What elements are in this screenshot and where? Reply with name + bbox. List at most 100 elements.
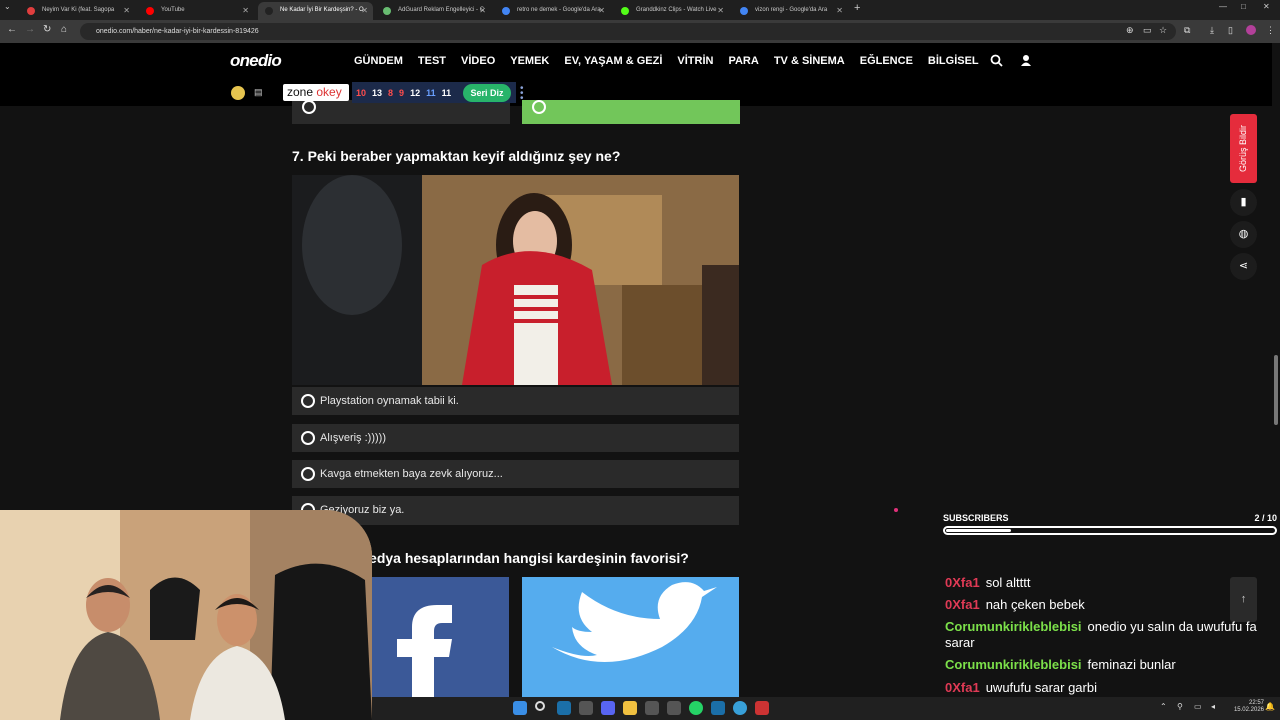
whatsapp-icon[interactable]: [689, 701, 703, 715]
feedback-button[interactable]: Görüş Bildir: [1230, 114, 1257, 183]
tab-search-icon[interactable]: ⌄: [4, 2, 11, 11]
tab-close-icon[interactable]: ✕: [836, 2, 843, 19]
browser-tab[interactable]: Ne Kadar İyi Bir Kardeşsin? - O ✕: [258, 2, 373, 20]
browser-menu-icon[interactable]: ⋮: [1266, 25, 1275, 36]
url-field[interactable]: onedio.com/haber/ne-kadar-iyi-bir-kardes…: [80, 23, 1176, 40]
site-logo[interactable]: onedio: [230, 51, 282, 71]
recorder-icon[interactable]: [755, 701, 769, 715]
webcam-overlay: [0, 510, 372, 720]
tab-favicon-icon: [621, 7, 629, 15]
notification-icon[interactable]: 🔔: [1265, 703, 1275, 711]
previous-option-left[interactable]: [292, 100, 510, 124]
share-icon[interactable]: ⋖: [1230, 253, 1257, 280]
option-twitter[interactable]: [522, 577, 739, 697]
start-icon[interactable]: [513, 701, 527, 715]
reader-icon[interactable]: ▤: [254, 87, 263, 98]
nav-item[interactable]: VİDEO: [461, 55, 495, 67]
comment-icon[interactable]: ◍: [1230, 221, 1257, 248]
bookmark-icon[interactable]: ▮: [1230, 189, 1257, 216]
tab-favicon-icon: [740, 7, 748, 15]
sidepanel-icon[interactable]: ▯: [1228, 25, 1233, 36]
cast-icon[interactable]: ▭: [1143, 25, 1152, 36]
mic-icon[interactable]: ⚲: [1177, 703, 1183, 711]
tab-title: Granddkinz Clips - Watch Live: [636, 7, 717, 13]
volume-icon[interactable]: ◂: [1211, 703, 1215, 711]
search-icon[interactable]: [990, 54, 1003, 70]
tray-chevron-icon[interactable]: ⌃: [1160, 703, 1167, 711]
search-taskbar-icon[interactable]: [535, 701, 545, 711]
ad-seri-diz-button[interactable]: Seri Diz: [463, 84, 511, 102]
nav-item[interactable]: GÜNDEM: [354, 55, 403, 67]
chat-message: Corumunkirikleblebisi feminazi bunlar: [945, 657, 1280, 673]
network-icon[interactable]: ▭: [1194, 703, 1202, 711]
minimize-icon[interactable]: —: [1219, 2, 1227, 11]
answer-option[interactable]: Geziyoruz biz ya.: [292, 496, 739, 525]
nav-item[interactable]: TEST: [418, 55, 446, 67]
tab-close-icon[interactable]: ✕: [242, 2, 249, 19]
user-icon[interactable]: [1020, 54, 1032, 70]
nav-item[interactable]: YEMEK: [510, 55, 549, 67]
download-icon[interactable]: ⤓: [1210, 25, 1214, 36]
maximize-icon[interactable]: □: [1241, 2, 1246, 11]
browser-tab[interactable]: Granddkinz Clips - Watch Live ✕: [614, 2, 729, 20]
tab-title: Neyim Var Ki (feat. Sagopa: [42, 7, 115, 13]
tab-close-icon[interactable]: ✕: [361, 2, 368, 19]
answer-option[interactable]: Playstation oynamak tabii ki.: [292, 387, 739, 415]
browser-tab[interactable]: YouTube ✕: [139, 2, 254, 20]
forward-icon[interactable]: →: [25, 24, 35, 35]
home-icon[interactable]: ⌂: [61, 24, 67, 35]
app3-icon[interactable]: [667, 701, 681, 715]
answer-option[interactable]: Alışveriş :))))): [292, 424, 739, 452]
ad-tile-number: 13: [372, 87, 383, 98]
discord-icon[interactable]: [601, 701, 615, 715]
tab-close-icon[interactable]: ✕: [717, 2, 724, 19]
tab-title: retro ne demek - Google'da Ara: [517, 7, 601, 13]
nav-item[interactable]: VİTRİN: [677, 55, 713, 67]
telegram-icon[interactable]: [733, 701, 747, 715]
nav-item[interactable]: EĞLENCE: [860, 55, 913, 67]
ad-zone-logo[interactable]: zone okey: [283, 84, 349, 101]
answer-option-label: Kavga etmekten baya zevk alıyoruz...: [320, 468, 503, 480]
extensions-icon[interactable]: ⧉: [1184, 25, 1190, 36]
star-icon[interactable]: ☆: [1159, 25, 1167, 36]
ad-tile-number: 11: [426, 87, 436, 98]
tab-close-icon[interactable]: ✕: [123, 2, 130, 19]
browser-tab[interactable]: AdGuard Reklam Engelleyici - C ✕: [376, 2, 491, 20]
app2-icon[interactable]: [645, 701, 659, 715]
page-scrollbar[interactable]: [1274, 355, 1278, 425]
clock-time: 22:57: [1248, 700, 1264, 706]
steam2-icon[interactable]: [711, 701, 725, 715]
tab-close-icon[interactable]: ✕: [598, 2, 605, 19]
ad-tile-number: 10: [356, 87, 367, 98]
tab-favicon-icon: [27, 7, 35, 15]
app-icon[interactable]: [579, 701, 593, 715]
zoom-icon[interactable]: ⊕: [1126, 25, 1134, 36]
browser-tab[interactable]: retro ne demek - Google'da Ara ✕: [495, 2, 610, 20]
browser-tab[interactable]: vizon rengi - Google'da Ara ✕: [733, 2, 848, 20]
steam-icon[interactable]: [557, 701, 571, 715]
subscribers-label: SUBSCRIBERS: [943, 513, 1009, 523]
reload-icon[interactable]: ↻: [43, 24, 51, 35]
chat-message: 0Xfa1 nah çeken bebek: [945, 597, 1280, 613]
new-tab-button[interactable]: +: [854, 2, 860, 14]
clock[interactable]: 22:57 15.02.2026: [1224, 700, 1264, 714]
tab-favicon-icon: [383, 7, 391, 15]
tab-close-icon[interactable]: ✕: [479, 2, 486, 19]
previous-option-right-selected[interactable]: [522, 100, 740, 124]
nav-item[interactable]: BİLGİSEL: [928, 55, 979, 67]
nav-item[interactable]: PARA: [728, 55, 758, 67]
emoji-icon[interactable]: [231, 86, 245, 100]
explorer-icon[interactable]: [623, 701, 637, 715]
close-window-icon[interactable]: ✕: [1263, 2, 1270, 11]
nav-item[interactable]: TV & SİNEMA: [774, 55, 845, 67]
tab-title: vizon rengi - Google'da Ara: [755, 7, 828, 13]
answer-option[interactable]: Kavga etmekten baya zevk alıyoruz...: [292, 460, 739, 488]
site-header: onedio GÜNDEM TEST VİDEO YEMEK EV, YAŞAM & G…: [0, 43, 1272, 81]
ad-more-dots-icon[interactable]: • • •: [520, 84, 524, 104]
back-icon[interactable]: ←: [7, 24, 17, 35]
ad-zone-text: zone: [287, 85, 314, 99]
profile-avatar[interactable]: [1246, 25, 1256, 35]
nav-item[interactable]: EV, YAŞAM & GEZİ: [564, 55, 662, 67]
browser-tab[interactable]: Neyim Var Ki (feat. Sagopa ✕: [20, 2, 135, 20]
radio-checked-icon: [532, 100, 546, 114]
